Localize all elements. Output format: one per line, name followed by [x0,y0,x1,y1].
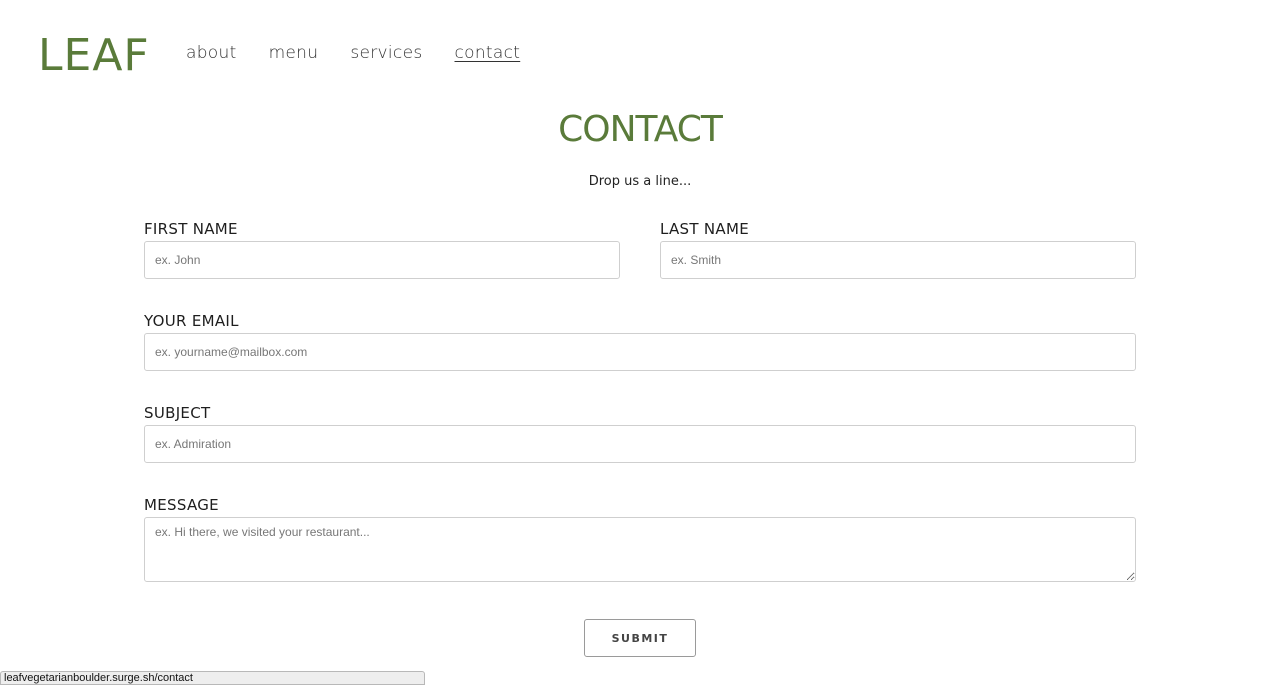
nav-item-contact[interactable]: contact [455,42,521,64]
email-input[interactable] [144,333,1136,371]
nav-item-menu[interactable]: menu [269,42,319,64]
submit-button[interactable]: SUBMIT [584,619,696,657]
message-textarea[interactable] [144,517,1136,582]
nav-item-services[interactable]: services [350,42,422,64]
first-name-label: FIRST NAME [144,220,238,238]
message-label: MESSAGE [144,496,219,514]
page-subtitle: Drop us a line... [588,174,692,189]
status-bar-url: leafvegetarianboulder.surge.sh/contact [0,671,425,685]
logo[interactable]: LEAF [38,28,150,84]
main-nav: about menu services contact [186,42,520,64]
site-header: LEAF about menu services contact [0,0,1280,100]
nav-item-about[interactable]: about [186,42,237,64]
page-title: CONTACT [558,109,723,150]
email-label: YOUR EMAIL [144,312,239,330]
last-name-input[interactable] [660,241,1136,279]
subject-label: SUBJECT [144,404,211,422]
last-name-label: LAST NAME [660,220,750,238]
first-name-input[interactable] [144,241,620,279]
subject-input[interactable] [144,425,1136,463]
